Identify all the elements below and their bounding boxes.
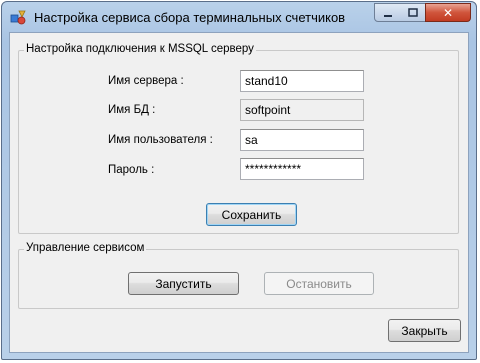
stop-service-button[interactable]: Остановить (264, 272, 374, 295)
connection-group-title: Настройка подключения к MSSQL серверу (24, 43, 256, 55)
start-service-button[interactable]: Запустить (128, 272, 239, 295)
minimize-button[interactable] (374, 3, 401, 22)
minimize-icon (383, 14, 392, 17)
maximize-button[interactable] (400, 3, 426, 22)
server-name-label: Имя сервера : (108, 75, 184, 87)
username-label: Имя пользователя : (108, 134, 213, 146)
service-group-title: Управление сервисом (24, 242, 147, 254)
close-window-button[interactable]: ✕ (425, 3, 471, 22)
database-name-label: Имя БД : (108, 104, 156, 116)
save-button[interactable]: Сохранить (206, 203, 297, 226)
window-title: Настройка сервиса сбора терминальных сче… (34, 10, 346, 25)
title-bar[interactable]: Настройка сервиса сбора терминальных сче… (2, 2, 476, 34)
server-name-field[interactable]: stand10 (240, 70, 364, 92)
client-area: Настройка подключения к MSSQL серверу Им… (9, 32, 469, 353)
dialog-window: Настройка сервиса сбора терминальных сче… (1, 1, 477, 360)
password-label: Пароль : (108, 164, 155, 176)
service-management-group: Управление сервисом Запустить Остановить (18, 242, 459, 309)
maximize-icon (407, 7, 418, 17)
connection-settings-group: Настройка подключения к MSSQL серверу Им… (18, 43, 459, 234)
app-shapes-icon (10, 9, 26, 25)
close-icon: ✕ (442, 5, 454, 20)
database-name-field[interactable]: softpoint (240, 99, 364, 121)
close-button[interactable]: Закрыть (388, 319, 461, 342)
username-field[interactable]: sa (240, 129, 364, 151)
password-field[interactable]: ************ (240, 158, 364, 180)
